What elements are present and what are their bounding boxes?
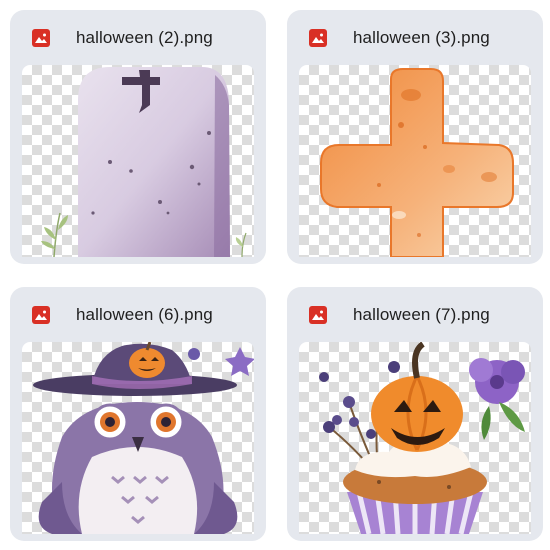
owl-image <box>33 342 254 534</box>
file-card-header: halloween (7).png <box>287 287 543 341</box>
file-card-header: halloween (6).png <box>10 287 266 341</box>
file-card[interactable]: halloween (7).png <box>287 287 543 541</box>
image-file-icon <box>32 306 50 324</box>
image-preview[interactable] <box>22 65 254 257</box>
file-card-header: halloween (2).png <box>10 10 266 64</box>
image-file-icon <box>309 29 327 47</box>
file-card[interactable]: halloween (2).png <box>10 10 266 264</box>
image-preview[interactable] <box>22 342 254 534</box>
pumpkin-cupcake-image <box>319 342 525 534</box>
file-name: halloween (2).png <box>76 28 213 47</box>
image-file-icon <box>32 29 50 47</box>
file-name: halloween (6).png <box>76 305 213 324</box>
image-preview[interactable] <box>299 342 531 534</box>
tombstone-image <box>41 67 247 257</box>
file-name: halloween (3).png <box>353 28 490 47</box>
file-card[interactable]: halloween (6).png <box>10 287 266 541</box>
file-name: halloween (7).png <box>353 305 490 324</box>
orange-cross-image <box>320 68 514 257</box>
image-file-icon <box>309 306 327 324</box>
image-preview[interactable] <box>299 65 531 257</box>
file-card[interactable]: halloween (3).png <box>287 10 543 264</box>
file-card-header: halloween (3).png <box>287 10 543 64</box>
